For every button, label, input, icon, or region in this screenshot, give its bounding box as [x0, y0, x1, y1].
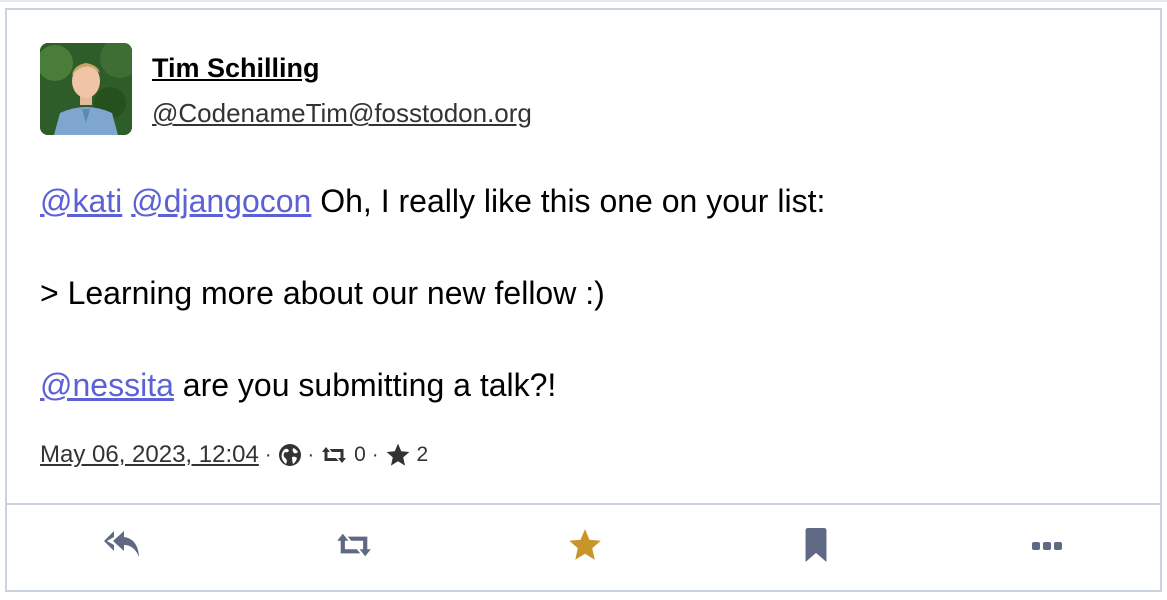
content-paragraph: @nessita are you submitting a talk?! — [40, 362, 1140, 408]
bookmark-button[interactable] — [796, 527, 836, 567]
meta-separator: · — [371, 443, 379, 466]
avatar[interactable] — [40, 43, 132, 135]
ellipsis-icon — [1031, 538, 1063, 556]
favourite-button[interactable] — [565, 527, 605, 567]
bookmark-icon — [802, 527, 830, 567]
mention-link[interactable]: @kati — [40, 183, 122, 219]
action-bar — [7, 505, 1160, 585]
content-text: Oh, I really like this one on your list: — [311, 183, 826, 219]
content-text: > Learning more about our new fellow :) — [40, 275, 605, 311]
reply-all-icon — [104, 529, 142, 566]
mention-link[interactable]: @nessita — [40, 367, 174, 403]
status-meta: May 06, 2023, 12:04 · · 0 · 2 — [40, 438, 428, 472]
favourite-count: 2 — [416, 443, 429, 466]
retweet-icon — [334, 531, 374, 564]
retweet-icon — [320, 445, 348, 465]
boost-count: 0 — [354, 443, 366, 466]
content-paragraph: > Learning more about our new fellow :) — [40, 270, 1140, 316]
reply-button[interactable] — [103, 527, 143, 567]
author-account-handle[interactable]: @CodenameTim@fosstodon.org — [152, 98, 532, 129]
status-content: @kati @djangocon Oh, I really like this … — [40, 178, 1140, 454]
top-border — [0, 0, 1167, 2]
status-card: Tim Schilling @CodenameTim@fosstodon.org… — [5, 8, 1162, 592]
content-text: are you submitting a talk?! — [173, 367, 557, 403]
mention-link[interactable]: @djangocon — [131, 183, 311, 219]
more-options-button[interactable] — [1027, 527, 1067, 567]
globe-icon — [278, 443, 302, 467]
boost-button[interactable] — [334, 527, 374, 567]
status-date-link[interactable]: May 06, 2023, 12:04 — [40, 441, 259, 469]
star-icon — [385, 442, 411, 468]
meta-separator: · — [307, 443, 315, 466]
content-paragraph: @kati @djangocon Oh, I really like this … — [40, 178, 1140, 224]
star-icon — [567, 527, 603, 568]
avatar-image — [40, 43, 132, 135]
author-display-name[interactable]: Tim Schilling — [152, 53, 320, 84]
meta-separator: · — [264, 443, 272, 466]
